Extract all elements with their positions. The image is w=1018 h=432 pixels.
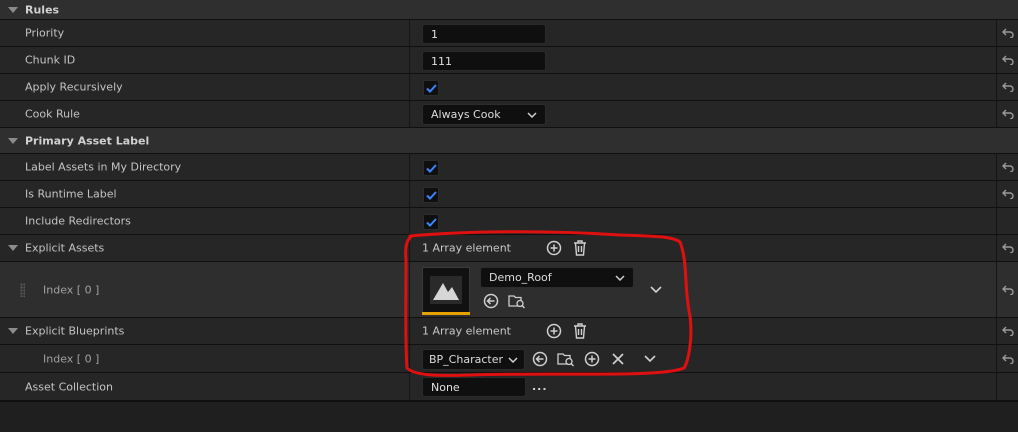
cook-rule-value: Always Cook [431,108,501,121]
asset-picker-dropdown[interactable]: Demo_Roof [480,267,634,288]
texture-icon [430,276,462,304]
array-summary: 1 Array element [422,324,511,338]
arrow-left-circle-icon [483,293,499,309]
chevron-down-icon [644,355,656,363]
priority-input[interactable]: 1 [422,24,546,44]
row-explicit-assets: Explicit Assets 1 Array element [0,235,1018,262]
element-options-button[interactable] [647,281,665,299]
row-include-redirectors: Include Redirectors [0,208,1018,235]
add-element-button[interactable] [545,322,563,340]
reset-column [996,373,1018,400]
row-explicit-assets-index-0: Index [ 0 ] Demo_Roof [0,262,1018,318]
include-redirectors-checkbox[interactable] [423,214,439,230]
asset-picker-value: Demo_Roof [489,271,552,284]
delete-all-button[interactable] [571,322,589,340]
priority-label: Priority [25,26,65,40]
class-picker-value: BP_Character [429,353,503,366]
checkmark-icon [425,83,437,93]
reset-to-default-icon[interactable] [996,74,1018,100]
label-assets-label: Label Assets in My Directory [25,160,182,174]
chevron-down-icon [508,356,518,363]
row-priority: Priority 1 [0,20,1018,47]
index-label: Index [ 0 ] [43,283,100,296]
is-runtime-label-checkbox[interactable] [423,187,439,203]
chunk-id-label: Chunk ID [25,53,76,67]
class-picker-dropdown[interactable]: BP_Character [422,349,525,370]
element-options-button[interactable] [641,350,659,368]
chunk-id-input[interactable]: 111 [422,51,546,71]
reset-to-default-icon[interactable] [996,235,1018,261]
asset-type-underline [422,312,470,315]
trash-icon [574,323,586,339]
folder-search-icon [508,295,525,309]
reset-to-default-icon[interactable] [996,181,1018,207]
chevron-down-icon [527,111,537,118]
is-runtime-label-label: Is Runtime Label [25,187,117,201]
reset-to-default-icon[interactable] [996,101,1018,127]
close-icon [612,353,624,365]
explicit-blueprints-label: Explicit Blueprints [25,324,125,338]
row-explicit-blueprints-index-0: Index [ 0 ] BP_Character [0,345,1018,373]
expand-caret-icon[interactable] [8,245,18,251]
browse-to-class-button[interactable] [557,350,575,368]
index-label: Index [ 0 ] [43,352,100,365]
apply-recursively-label: Apply Recursively [25,80,123,94]
empty-panel-area [0,401,1018,432]
asset-thumbnail[interactable] [422,267,470,313]
drag-handle-icon[interactable] [20,282,25,297]
plus-circle-icon [546,323,562,339]
category-rules[interactable]: Rules [0,0,1018,20]
reset-to-default-icon[interactable] [996,318,1018,344]
row-label-assets: Label Assets in My Directory [0,154,1018,181]
details-panel: Rules Priority 1 Chunk ID 111 Apply Recu… [0,0,1018,432]
use-selected-asset-button[interactable] [482,292,500,310]
row-is-runtime-label: Is Runtime Label [0,181,1018,208]
apply-recursively-checkbox[interactable] [423,80,439,96]
use-selected-class-button[interactable] [531,350,549,368]
explicit-assets-label: Explicit Assets [25,241,105,255]
checkmark-icon [425,217,437,227]
plus-circle-icon [584,351,600,367]
reset-to-default-icon[interactable] [996,20,1018,46]
category-label: Primary Asset Label [25,134,150,147]
checkmark-icon [425,190,437,200]
category-label: Rules [25,3,60,16]
reset-to-default-icon[interactable] [996,345,1018,372]
new-blueprint-button[interactable] [583,350,601,368]
cook-rule-label: Cook Rule [25,107,80,121]
row-explicit-blueprints: Explicit Blueprints 1 Array element [0,318,1018,345]
label-assets-checkbox[interactable] [423,160,439,176]
cook-rule-dropdown[interactable]: Always Cook [422,104,546,125]
reset-to-default-icon[interactable] [996,47,1018,73]
reset-column [996,208,1018,234]
add-element-button[interactable] [545,239,563,257]
delete-all-button[interactable] [571,239,589,257]
row-chunk-id: Chunk ID 111 [0,47,1018,74]
checkmark-icon [425,163,437,173]
reset-to-default-icon[interactable] [996,262,1018,317]
chevron-down-icon [615,274,625,281]
plus-circle-icon [546,240,562,256]
include-redirectors-label: Include Redirectors [25,214,131,228]
browse-more-button[interactable]: ... [532,380,548,393]
collapse-caret-icon[interactable] [8,137,18,144]
asset-collection-label: Asset Collection [25,380,113,393]
reset-to-default-icon[interactable] [996,154,1018,180]
row-apply-recursively: Apply Recursively [0,74,1018,101]
row-asset-collection: Asset Collection None ... [0,373,1018,401]
asset-collection-input[interactable]: None [422,377,526,397]
arrow-left-circle-icon [532,351,548,367]
clear-button[interactable] [609,350,627,368]
browse-to-asset-button[interactable] [508,292,526,310]
collapse-caret-icon[interactable] [8,6,18,13]
array-summary: 1 Array element [422,241,511,255]
folder-search-icon [557,353,574,367]
expand-caret-icon[interactable] [8,328,18,334]
chevron-down-icon [650,286,662,294]
trash-icon [574,240,586,256]
row-cook-rule: Cook Rule Always Cook [0,101,1018,128]
category-primary-asset-label[interactable]: Primary Asset Label [0,128,1018,154]
